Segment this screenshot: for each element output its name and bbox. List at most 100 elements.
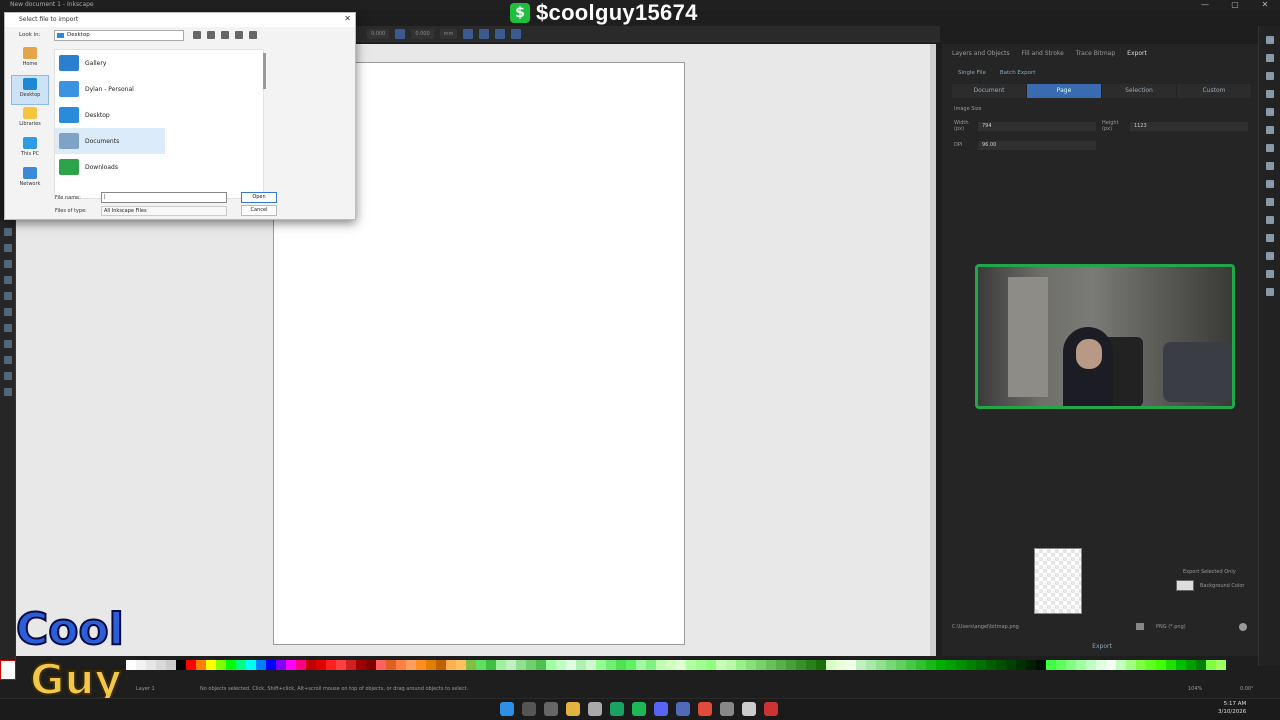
palette-swatch[interactable] bbox=[546, 660, 556, 670]
palette-swatch[interactable] bbox=[346, 660, 356, 670]
palette-swatch[interactable] bbox=[1056, 660, 1066, 670]
canvas-scrollbar[interactable] bbox=[930, 44, 936, 656]
palette-swatch[interactable] bbox=[746, 660, 756, 670]
file-list[interactable]: Gallery Dylan - Personal Desktop Documents D… bbox=[54, 49, 264, 199]
media-icon[interactable] bbox=[720, 702, 734, 716]
copy-icon[interactable] bbox=[1266, 180, 1274, 188]
palette-swatch[interactable] bbox=[776, 660, 786, 670]
export-path-field[interactable]: C:\Users\angel\bitmap.png bbox=[952, 624, 1132, 630]
palette-swatch[interactable] bbox=[936, 660, 946, 670]
transform-icon[interactable] bbox=[479, 28, 490, 39]
star-tool-icon[interactable] bbox=[4, 292, 12, 300]
redo-icon[interactable] bbox=[1266, 162, 1274, 170]
place-desktop[interactable]: Desktop bbox=[11, 75, 49, 105]
color-palette[interactable] bbox=[126, 660, 1258, 680]
palette-swatch[interactable] bbox=[846, 660, 856, 670]
palette-swatch[interactable] bbox=[826, 660, 836, 670]
windows-start-icon[interactable] bbox=[500, 702, 514, 716]
maximize-icon[interactable]: ▢ bbox=[1220, 0, 1250, 10]
palette-swatch[interactable] bbox=[316, 660, 326, 670]
palette-swatch[interactable] bbox=[1106, 660, 1116, 670]
palette-swatch[interactable] bbox=[256, 660, 266, 670]
palette-swatch[interactable] bbox=[866, 660, 876, 670]
palette-swatch[interactable] bbox=[676, 660, 686, 670]
app-icon[interactable] bbox=[610, 702, 624, 716]
zoom-value[interactable]: 104% bbox=[1188, 682, 1202, 696]
rotation-value[interactable]: 0.00° bbox=[1240, 682, 1254, 696]
palette-swatch[interactable] bbox=[736, 660, 746, 670]
ungroup-icon[interactable] bbox=[1266, 288, 1274, 296]
palette-swatch[interactable] bbox=[1096, 660, 1106, 670]
palette-swatch[interactable] bbox=[396, 660, 406, 670]
width-field[interactable]: 794 bbox=[978, 122, 1096, 131]
palette-swatch[interactable] bbox=[956, 660, 966, 670]
scope-custom[interactable]: Custom bbox=[1177, 84, 1252, 98]
palette-swatch[interactable] bbox=[276, 660, 286, 670]
palette-swatch[interactable] bbox=[786, 660, 796, 670]
tab-single-file[interactable]: Single File bbox=[958, 70, 986, 76]
pen-tool-icon[interactable] bbox=[4, 308, 12, 316]
circle-tool-icon[interactable] bbox=[4, 276, 12, 284]
recorder-icon[interactable] bbox=[764, 702, 778, 716]
dialog-close-icon[interactable]: ✕ bbox=[344, 14, 351, 23]
palette-swatch[interactable] bbox=[426, 660, 436, 670]
palette-swatch[interactable] bbox=[366, 660, 376, 670]
pencil-tool-icon[interactable] bbox=[4, 324, 12, 332]
palette-swatch[interactable] bbox=[416, 660, 426, 670]
palette-swatch[interactable] bbox=[176, 660, 186, 670]
palette-swatch[interactable] bbox=[1006, 660, 1016, 670]
gear-icon[interactable] bbox=[1239, 623, 1247, 631]
palette-swatch[interactable] bbox=[446, 660, 456, 670]
file-list-scrollbar[interactable] bbox=[263, 53, 266, 89]
palette-swatch[interactable] bbox=[246, 660, 256, 670]
close-icon[interactable]: ✕ bbox=[1250, 0, 1280, 10]
palette-swatch[interactable] bbox=[206, 660, 216, 670]
text-tool-icon[interactable] bbox=[4, 340, 12, 348]
scope-page[interactable]: Page bbox=[1027, 84, 1102, 98]
palette-swatch[interactable] bbox=[696, 660, 706, 670]
palette-swatch[interactable] bbox=[896, 660, 906, 670]
settings-icon[interactable] bbox=[544, 702, 558, 716]
palette-swatch[interactable] bbox=[186, 660, 196, 670]
folder-icon[interactable] bbox=[1136, 623, 1144, 630]
tab-trace-bitmap[interactable]: Trace Bitmap bbox=[1076, 50, 1115, 57]
discord-icon[interactable] bbox=[654, 702, 668, 716]
palette-swatch[interactable] bbox=[636, 660, 646, 670]
palette-swatch[interactable] bbox=[816, 660, 826, 670]
align-icon[interactable] bbox=[463, 28, 474, 39]
undo-icon[interactable] bbox=[1266, 144, 1274, 152]
x-field[interactable]: 0.000 bbox=[367, 28, 390, 39]
palette-swatch[interactable] bbox=[1156, 660, 1166, 670]
palette-swatch[interactable] bbox=[836, 660, 846, 670]
spotify-icon[interactable] bbox=[632, 702, 646, 716]
palette-swatch[interactable] bbox=[496, 660, 506, 670]
palette-swatch[interactable] bbox=[946, 660, 956, 670]
zoom-in-icon[interactable] bbox=[1266, 234, 1274, 242]
inkscape-icon[interactable] bbox=[742, 702, 756, 716]
details-view-icon[interactable] bbox=[249, 31, 257, 39]
palette-swatch[interactable] bbox=[436, 660, 446, 670]
palette-swatch[interactable] bbox=[516, 660, 526, 670]
palette-swatch[interactable] bbox=[466, 660, 476, 670]
background-color-swatch[interactable] bbox=[1176, 580, 1194, 591]
palette-swatch[interactable] bbox=[1206, 660, 1216, 670]
list-item[interactable]: Gallery bbox=[55, 50, 263, 76]
save-icon[interactable] bbox=[495, 28, 506, 39]
palette-swatch[interactable] bbox=[556, 660, 566, 670]
files-of-type-select[interactable]: All Inkscape Files bbox=[101, 206, 227, 216]
snap-icon[interactable] bbox=[511, 28, 522, 39]
palette-swatch[interactable] bbox=[136, 660, 146, 670]
palette-swatch[interactable] bbox=[356, 660, 366, 670]
palette-swatch[interactable] bbox=[856, 660, 866, 670]
palette-swatch[interactable] bbox=[1166, 660, 1176, 670]
place-this-pc[interactable]: This PC bbox=[11, 135, 49, 165]
scope-selection[interactable]: Selection bbox=[1102, 84, 1177, 98]
palette-swatch[interactable] bbox=[576, 660, 586, 670]
palette-swatch[interactable] bbox=[616, 660, 626, 670]
new-folder-icon[interactable] bbox=[221, 31, 229, 39]
unit-select[interactable]: mm bbox=[439, 28, 458, 39]
export-selected-only[interactable]: Export Selected Only bbox=[1183, 569, 1236, 575]
palette-swatch[interactable] bbox=[586, 660, 596, 670]
lock-icon[interactable] bbox=[395, 28, 406, 39]
system-clock[interactable]: 5:17 AM 3/10/2026 bbox=[1218, 700, 1246, 716]
